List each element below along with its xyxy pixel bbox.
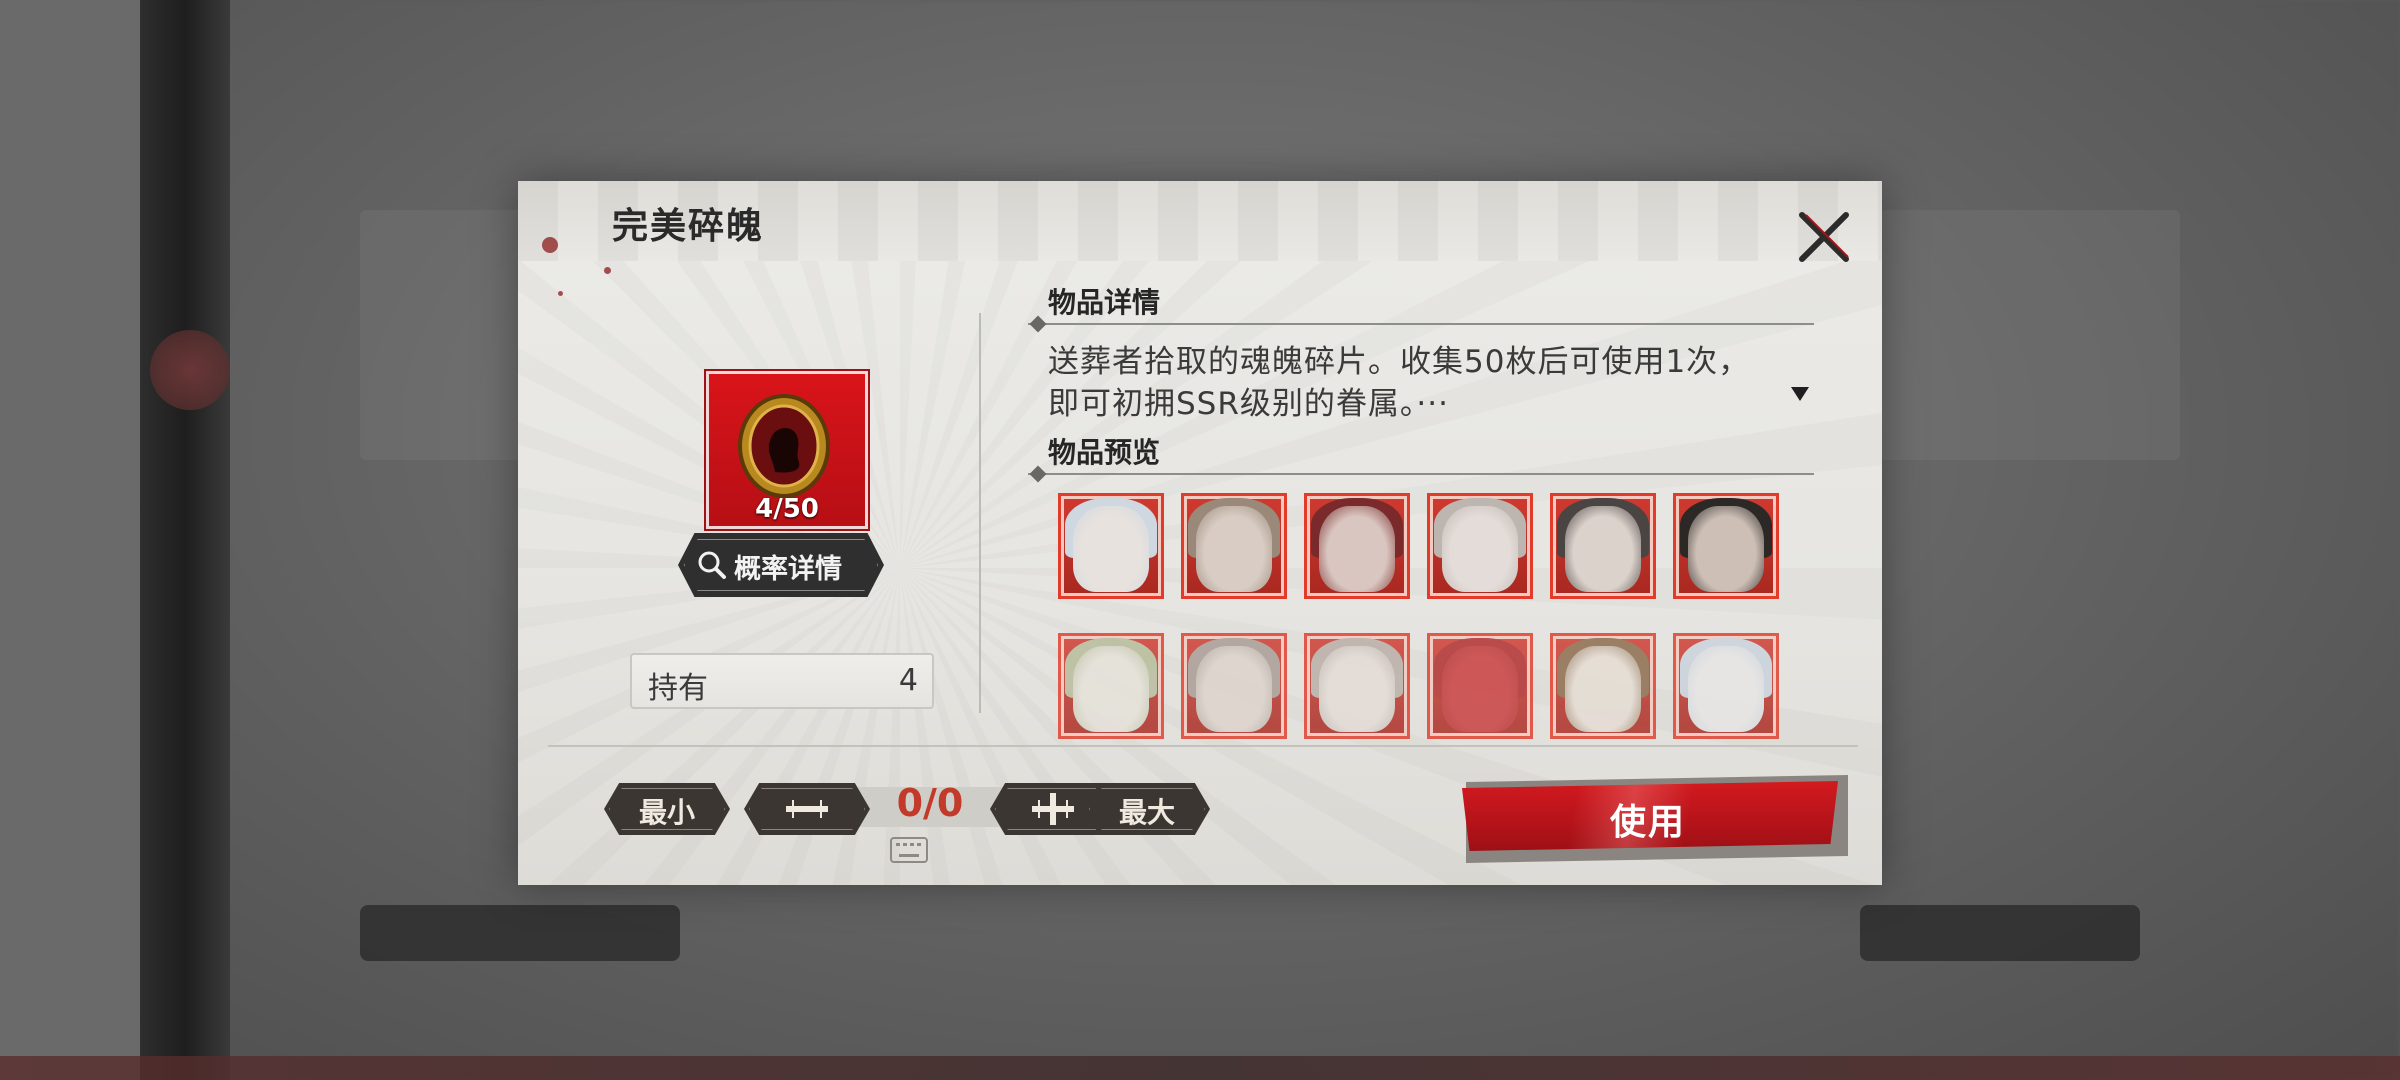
- portrait-11[interactable]: [1550, 633, 1656, 739]
- probability-details-label: 概率详情: [734, 554, 842, 585]
- keyboard-icon[interactable]: [890, 837, 928, 863]
- portrait-10[interactable]: [1427, 633, 1533, 739]
- use-button[interactable]: 使用: [1448, 771, 1848, 863]
- search-icon: [698, 551, 726, 579]
- background-pill: [360, 905, 680, 961]
- preview-portrait-grid: [1058, 493, 1779, 739]
- portrait-face: [1688, 646, 1764, 732]
- max-quantity-button[interactable]: 最大: [1084, 783, 1210, 835]
- background-left-panel: [0, 0, 140, 1080]
- soul-medal-icon: [738, 394, 830, 498]
- section-divider: [1028, 473, 1814, 475]
- plus-icon: [1032, 793, 1074, 825]
- portrait-9[interactable]: [1304, 633, 1410, 739]
- portrait-5[interactable]: [1550, 493, 1656, 599]
- background-left-bar: [140, 0, 230, 1080]
- divider-ornament: [1029, 315, 1047, 333]
- column-divider: [979, 313, 981, 713]
- portrait-3[interactable]: [1304, 493, 1410, 599]
- portrait-12[interactable]: [1673, 633, 1779, 739]
- background-card: [1880, 210, 2180, 460]
- portrait-7[interactable]: [1058, 633, 1164, 739]
- dialog-title: 完美碎魄: [612, 205, 765, 247]
- background-bottom-strip: [0, 1056, 2400, 1080]
- close-icon: [1799, 212, 1849, 262]
- item-description: 送葬者拾取的魂魄碎片。收集50枚后可使用1次，即可初拥SSR级别的眷属。···: [1048, 344, 1751, 422]
- portrait-face: [1196, 646, 1272, 732]
- portrait-face: [1073, 646, 1149, 732]
- portrait-face: [1565, 506, 1641, 592]
- portrait-4[interactable]: [1427, 493, 1533, 599]
- portrait-face: [1688, 506, 1764, 592]
- item-preview-title: 物品预览: [1048, 436, 1161, 469]
- owned-label: 持有: [648, 671, 708, 706]
- portrait-face: [1196, 506, 1272, 592]
- item-icon-frame: 4/50: [706, 371, 868, 529]
- portrait-face: [1319, 646, 1395, 732]
- background-emblem: [150, 330, 230, 410]
- owned-count-box: 持有 4: [630, 653, 934, 709]
- min-label: 最小: [638, 796, 695, 829]
- item-collected-count: 4/50: [755, 494, 819, 524]
- portrait-2[interactable]: [1181, 493, 1287, 599]
- bottom-divider: [548, 745, 1858, 747]
- divider-ornament: [1029, 465, 1047, 483]
- portrait-8[interactable]: [1181, 633, 1287, 739]
- section-divider: [1028, 323, 1814, 325]
- portrait-1[interactable]: [1058, 493, 1164, 599]
- blood-splatter: [542, 237, 558, 253]
- portrait-face: [1073, 506, 1149, 592]
- min-quantity-button[interactable]: 最小: [604, 783, 730, 835]
- portrait-face: [1319, 506, 1395, 592]
- blood-splatter: [604, 267, 611, 274]
- use-label: 使用: [1609, 801, 1686, 843]
- quantity-value[interactable]: 0/0: [865, 781, 995, 825]
- item-use-dialog: 完美碎魄 4/50 概率详情 持有 4 物品详情 送葬者拾取的魂魄碎片。收集50…: [518, 181, 1882, 885]
- blood-splatter: [558, 291, 563, 296]
- owned-value: 4: [898, 663, 918, 698]
- portrait-face: [1442, 506, 1518, 592]
- max-label: 最大: [1118, 796, 1175, 829]
- expand-arrow-icon[interactable]: [1788, 381, 1812, 405]
- background-pill: [1860, 905, 2140, 961]
- portrait-face: [1565, 646, 1641, 732]
- minus-icon: [786, 800, 828, 818]
- probability-details-button[interactable]: 概率详情: [678, 533, 884, 597]
- decrease-button[interactable]: [744, 783, 870, 835]
- portrait-face: [1442, 646, 1518, 732]
- item-details-title: 物品详情: [1048, 286, 1161, 319]
- portrait-6[interactable]: [1673, 493, 1779, 599]
- close-button[interactable]: [1794, 207, 1854, 267]
